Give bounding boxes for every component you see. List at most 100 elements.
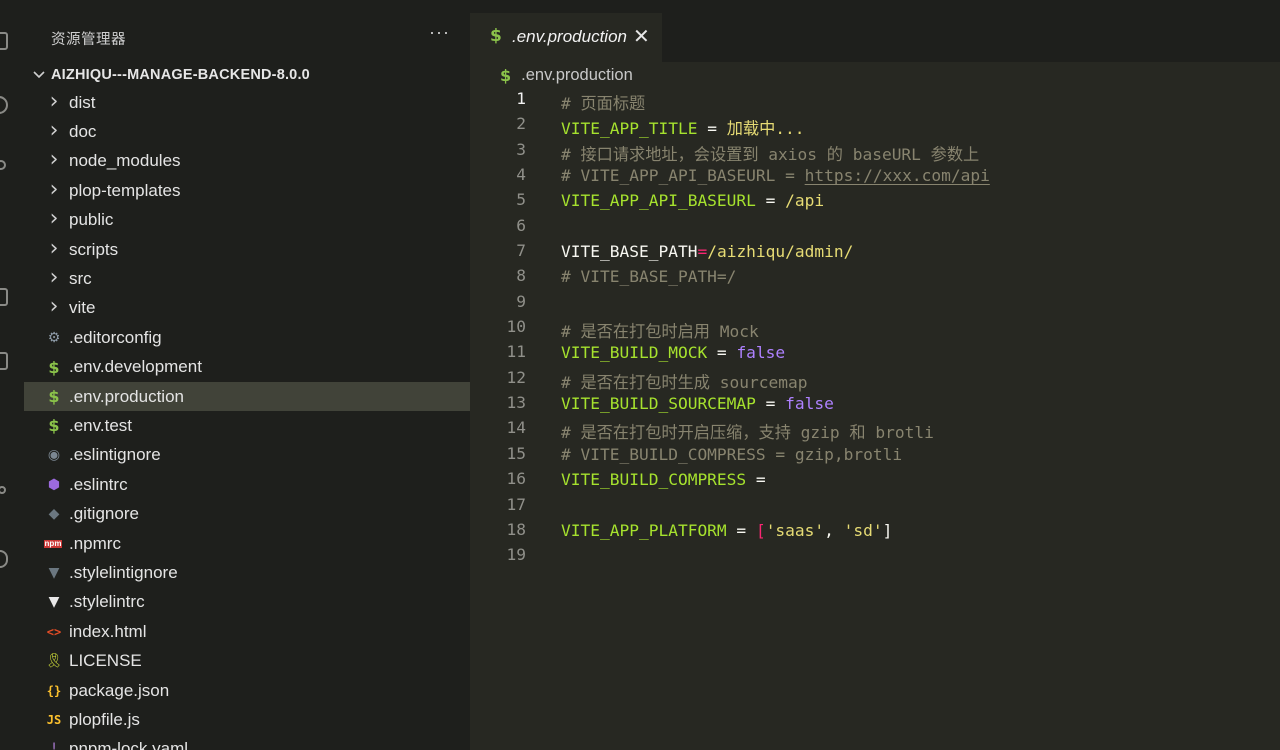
tree-item[interactable]: › plop-templates: [24, 176, 470, 205]
close-icon[interactable]: ✕: [633, 24, 650, 48]
tree-item[interactable]: ! pnpm-lock.yaml: [24, 735, 470, 750]
tree-item-label: index.html: [69, 621, 147, 641]
breadcrumb[interactable]: $ .env.production: [500, 64, 633, 86]
line-number: 7: [516, 241, 526, 261]
tree-item[interactable]: JS plopfile.js: [24, 705, 470, 734]
code-token: # 是否在打包时启用 Mock: [561, 322, 759, 342]
line-number: 9: [516, 291, 526, 311]
gitlens-icon[interactable]: [0, 486, 6, 494]
line-text: # 是否在打包时生成 sourcemap: [561, 369, 807, 393]
line-number: 17: [506, 494, 527, 514]
code-token: # 是否在打包时生成 sourcemap: [561, 372, 808, 392]
line-text: # VITE_APP_API_BASEURL = https://xxx.com…: [561, 166, 990, 185]
code-line[interactable]: 15 # VITE_BUILD_COMPRESS = gzip,brotli: [470, 444, 1280, 469]
tree-item[interactable]: ⚙ .editorconfig: [24, 323, 470, 352]
code-line[interactable]: 1 # 页面标题: [470, 89, 1280, 114]
dollar-icon: $: [48, 416, 60, 436]
tree-item[interactable]: › scripts: [24, 235, 470, 264]
tree-item-label: LICENSE: [69, 651, 142, 671]
explorer-icon[interactable]: [0, 32, 8, 50]
tree-item[interactable]: $ .env.test: [24, 411, 470, 440]
tree-item[interactable]: ◆ .gitignore: [24, 499, 470, 528]
tree-item-label: .npmrc: [69, 533, 121, 553]
yaml-icon: !: [51, 741, 57, 750]
code-line[interactable]: 9: [470, 292, 1280, 317]
tree-item[interactable]: ◉ .eslintignore: [24, 441, 470, 470]
line-number: 4: [516, 165, 526, 185]
code-line[interactable]: 16 VITE_BUILD_COMPRESS =: [470, 469, 1280, 494]
code-editor[interactable]: 1 # 页面标题 2 VITE_APP_TITLE = 加载中... 3 # 接口请求地址…: [470, 89, 1280, 571]
code-token: VITE_APP_API_BASEURL: [561, 191, 756, 211]
search-icon[interactable]: [0, 96, 8, 114]
code-line[interactable]: 6: [470, 216, 1280, 241]
line-number: 18: [506, 519, 527, 539]
tree-item[interactable]: › dist: [24, 88, 470, 117]
tree-item-label: dist: [69, 92, 96, 112]
dollar-icon: $: [500, 65, 512, 85]
tree-item[interactable]: $ .env.development: [24, 353, 470, 382]
chevron-right-icon: ›: [49, 176, 59, 202]
tree-item[interactable]: › doc: [24, 117, 470, 146]
code-line[interactable]: 12 # 是否在打包时生成 sourcemap: [470, 368, 1280, 393]
tree-item[interactable]: <> index.html: [24, 617, 470, 646]
project-folder[interactable]: AIZHIQU---MANAGE-BACKEND-8.0.0: [24, 62, 470, 88]
html-icon: <>: [46, 624, 62, 639]
tree-item-label: .gitignore: [69, 504, 139, 524]
tree-item[interactable]: › public: [24, 206, 470, 235]
tree-item[interactable]: › node_modules: [24, 147, 470, 176]
extensions-icon[interactable]: [0, 288, 8, 306]
tab-env-production[interactable]: $ .env.production ✕: [470, 13, 662, 62]
code-line[interactable]: 5 VITE_APP_API_BASEURL = /api: [470, 190, 1280, 215]
run-debug-icon[interactable]: [0, 226, 8, 244]
tree-item[interactable]: › src: [24, 264, 470, 293]
line-text: VITE_APP_API_BASEURL = /api: [561, 191, 824, 210]
code-token: =: [697, 242, 708, 262]
code-line[interactable]: 18 VITE_APP_PLATFORM = ['saas', 'sd']: [470, 520, 1280, 545]
tree-item[interactable]: 🎗 LICENSE: [24, 646, 470, 675]
code-token: # 接口请求地址，会设置到 axios 的 baseURL 参数上: [561, 144, 980, 164]
tree-item[interactable]: $ .env.production: [24, 381, 470, 412]
json-tools-icon[interactable]: [0, 550, 8, 568]
tree-item[interactable]: › vite: [24, 294, 470, 323]
code-line[interactable]: 3 # 接口请求地址，会设置到 axios 的 baseURL 参数上: [470, 140, 1280, 165]
explorer-header: 资源管理器 ···: [24, 0, 470, 62]
tree-item[interactable]: ▼ .stylelintrc: [24, 588, 470, 617]
remote-explorer-icon[interactable]: [0, 352, 8, 370]
chevron-right-icon: ›: [49, 118, 59, 144]
code-line[interactable]: 8 # VITE_BASE_PATH=/: [470, 266, 1280, 291]
code-line[interactable]: 19: [470, 545, 1280, 570]
code-token: VITE_BUILD_SOURCEMAP: [561, 394, 756, 414]
testing-icon[interactable]: [0, 420, 8, 438]
code-line[interactable]: 14 # 是否在打包时开启压缩，支持 gzip 和 brotli: [470, 418, 1280, 443]
tree-item-label: .env.production: [69, 386, 184, 406]
code-line[interactable]: 4 # VITE_APP_API_BASEURL = https://xxx.co…: [470, 165, 1280, 190]
code-line[interactable]: 17: [470, 495, 1280, 520]
tree-item[interactable]: npm .npmrc: [24, 529, 470, 558]
code-token: https://xxx.com/api: [804, 166, 990, 186]
explorer-sidebar: 资源管理器 ··· AIZHIQU---MANAGE-BACKEND-8.0.0…: [24, 0, 470, 750]
code-token: =: [697, 119, 727, 139]
code-line[interactable]: 10 # 是否在打包时启用 Mock: [470, 317, 1280, 342]
line-text: # 页面标题: [561, 90, 645, 114]
line-text: VITE_BUILD_COMPRESS =: [561, 470, 766, 489]
tree-item-label: doc: [69, 122, 97, 142]
source-control-icon[interactable]: [0, 160, 6, 170]
code-line[interactable]: 7 VITE_BASE_PATH=/aizhiqu/admin/: [470, 241, 1280, 266]
code-token: =: [746, 470, 766, 490]
code-token: # VITE_APP_API_BASEURL =: [561, 166, 805, 186]
code-line[interactable]: 13 VITE_BUILD_SOURCEMAP = false: [470, 393, 1280, 418]
code-token: =: [707, 343, 737, 363]
tree-item[interactable]: ▼ .stylelintignore: [24, 558, 470, 587]
tree-item[interactable]: {} package.json: [24, 676, 470, 705]
code-token: # VITE_BUILD_COMPRESS = gzip,brotli: [561, 444, 903, 464]
tree-item[interactable]: ⬢ .eslintrc: [24, 470, 470, 499]
line-number: 3: [516, 139, 526, 159]
code-token: 'saas': [765, 520, 825, 540]
code-line[interactable]: 11 VITE_BUILD_MOCK = false: [470, 342, 1280, 367]
line-text: VITE_APP_PLATFORM = ['saas', 'sd']: [561, 521, 892, 540]
code-line[interactable]: 2 VITE_APP_TITLE = 加载中...: [470, 114, 1280, 139]
code-token: /aizhiqu/admin/: [707, 242, 854, 262]
code-token: ]: [882, 520, 893, 540]
dollar-icon: $: [48, 357, 60, 377]
more-actions-icon[interactable]: ···: [429, 22, 450, 43]
